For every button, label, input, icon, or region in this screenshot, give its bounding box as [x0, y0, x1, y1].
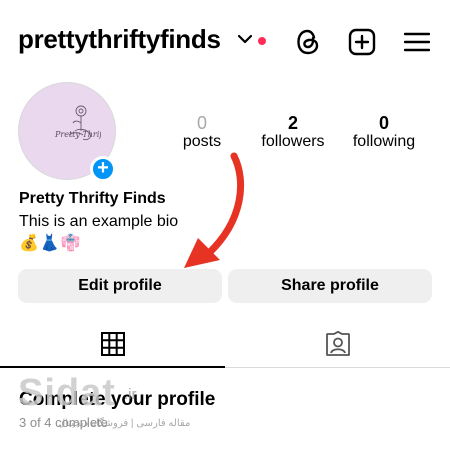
avatar-logo-image: Pretty Thrifty Finds [54, 105, 101, 141]
share-profile-button[interactable]: Share profile [228, 269, 432, 303]
posts-label[interactable]: posts [157, 133, 247, 151]
notification-dot [258, 37, 266, 45]
following-label[interactable]: following [339, 133, 429, 151]
annotation-arrow [184, 152, 245, 268]
avatar-logo-text: Pretty Thrifty Finds [54, 130, 101, 139]
bio-emojis: 💰👗👘 [19, 235, 82, 252]
tab-posts-grid[interactable] [0, 322, 225, 368]
complete-profile-title: Complete your profile [19, 389, 216, 410]
complete-profile-progress: 3 of 4 complete [19, 415, 108, 430]
following-count[interactable]: 0 [339, 113, 429, 134]
profile-username[interactable]: prettythriftyfinds [18, 24, 221, 55]
followers-count[interactable]: 2 [248, 113, 338, 134]
grid-icon [101, 332, 125, 356]
menu-icon[interactable] [404, 32, 430, 52]
bio-text: This is an example bio [19, 213, 179, 230]
threads-icon[interactable] [294, 27, 322, 57]
posts-count: 0 [196, 113, 207, 133]
followers-label[interactable]: followers [248, 133, 338, 151]
edit-profile-button[interactable]: Edit profile [18, 269, 222, 303]
add-story-button[interactable]: + [90, 156, 116, 182]
display-name: Pretty Thrifty Finds [19, 190, 166, 207]
tab-tagged[interactable] [225, 322, 450, 368]
create-icon[interactable] [348, 28, 376, 56]
tagged-icon [326, 331, 350, 356]
chevron-down-icon[interactable] [238, 34, 252, 44]
